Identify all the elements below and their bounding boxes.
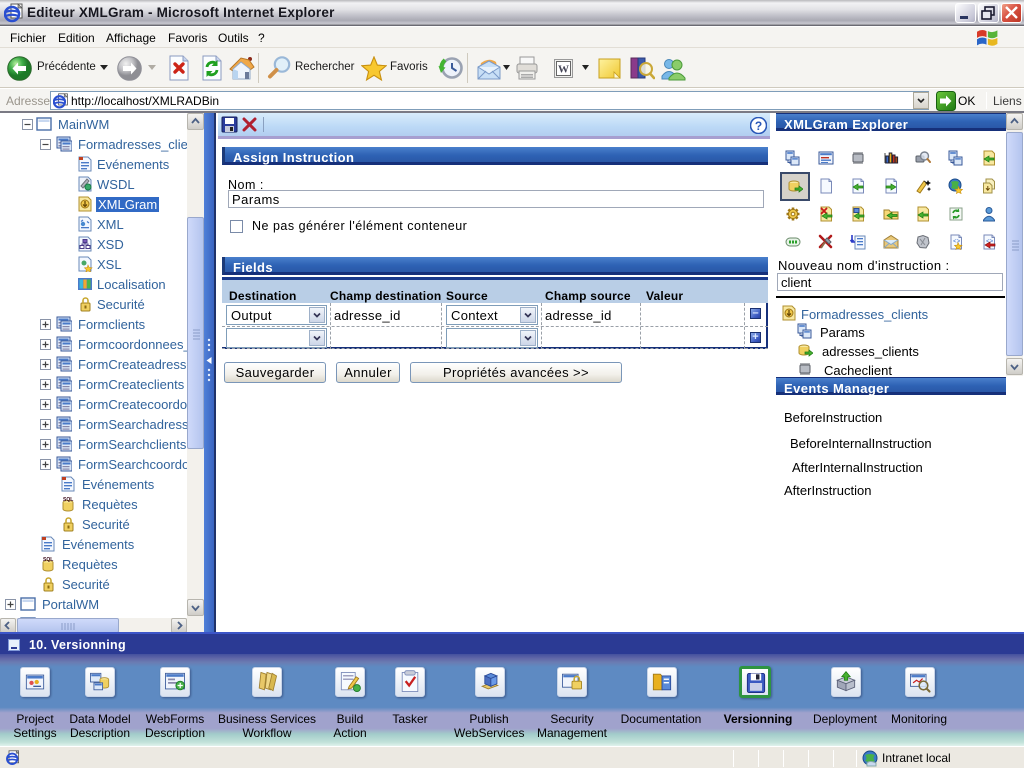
svg-text:?: ? bbox=[755, 119, 762, 133]
svg-text:W: W bbox=[558, 64, 569, 76]
